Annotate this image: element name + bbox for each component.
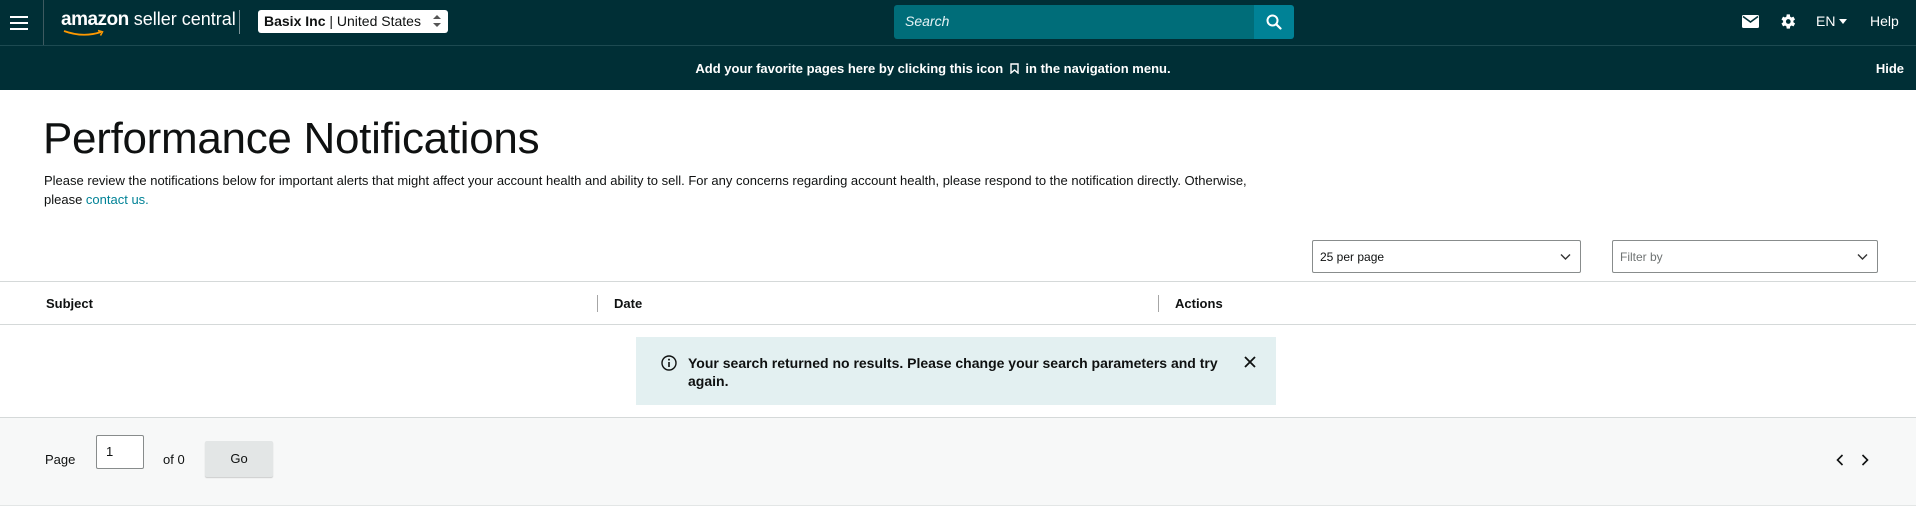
account-name: Basix Inc: [264, 13, 326, 29]
go-button[interactable]: Go: [205, 441, 273, 477]
filter-by-select[interactable]: Filter by: [1612, 240, 1878, 273]
hamburger-menu-icon[interactable]: [10, 12, 28, 32]
contact-us-link[interactable]: contact us.: [86, 192, 149, 207]
column-header-date[interactable]: Date: [614, 296, 642, 311]
favorites-text-after: in the navigation menu.: [1025, 61, 1171, 76]
search-button[interactable]: [1254, 5, 1294, 39]
mail-icon[interactable]: [1742, 15, 1759, 28]
page-number-input[interactable]: 1: [96, 435, 144, 469]
intro-text: Please review the notifications below fo…: [44, 173, 1247, 207]
per-page-select[interactable]: 25 per page: [1312, 240, 1581, 273]
page-intro: Please review the notifications below fo…: [44, 171, 1274, 209]
bookmark-icon: [1010, 63, 1019, 74]
column-header-subject[interactable]: Subject: [46, 296, 93, 311]
favorites-text-before: Add your favorite pages here by clicking…: [695, 61, 1004, 76]
language-label: EN: [1816, 13, 1836, 29]
page-total: of 0: [163, 452, 185, 467]
logo-brand-text: amazon: [61, 9, 129, 30]
search-input[interactable]: Search: [894, 5, 1255, 39]
hide-banner-button[interactable]: Hide: [1876, 61, 1904, 76]
chevron-down-icon: [1857, 254, 1868, 260]
column-divider: [1158, 295, 1159, 312]
logo-product-text: seller central: [128, 9, 236, 29]
help-link[interactable]: Help: [1870, 13, 1899, 29]
page-title: Performance Notifications: [43, 114, 540, 163]
caret-down-icon: [1839, 18, 1848, 24]
column-divider: [597, 295, 598, 312]
no-results-alert: Your search returned no results. Please …: [636, 337, 1276, 405]
per-page-value: 25 per page: [1320, 250, 1385, 264]
notifications-table-header: Subject Date Actions: [0, 281, 1916, 325]
filter-placeholder: Filter by: [1620, 250, 1663, 264]
info-icon: [661, 355, 677, 371]
language-selector[interactable]: EN: [1816, 13, 1848, 29]
favorites-banner-text: Add your favorite pages here by clicking…: [0, 61, 1866, 76]
chevron-right-icon[interactable]: [1861, 454, 1869, 466]
account-region: United States: [336, 13, 421, 29]
chevron-left-icon[interactable]: [1836, 454, 1844, 466]
no-results-message: Your search returned no results. Please …: [688, 355, 1218, 389]
column-header-actions[interactable]: Actions: [1175, 296, 1223, 311]
logo-smile-icon: [63, 29, 104, 36]
account-switcher[interactable]: Basix Inc | United States: [258, 10, 448, 33]
pagination-bar: Page 1 of 0 Go: [0, 418, 1916, 506]
account-separator: |: [325, 13, 337, 29]
favorites-banner: Add your favorite pages here by clicking…: [0, 45, 1916, 90]
amazon-seller-central-logo[interactable]: amazon seller central: [61, 9, 236, 37]
up-down-arrows-icon: [433, 15, 441, 27]
page-label: Page: [45, 452, 76, 467]
gear-icon[interactable]: [1778, 12, 1797, 31]
top-navigation-bar: amazon seller central Basix Inc | United…: [0, 0, 1916, 45]
close-icon[interactable]: [1243, 355, 1257, 369]
search-icon: [1266, 14, 1282, 30]
chevron-down-icon: [1560, 254, 1571, 260]
header-divider: [43, 0, 44, 45]
logo-divider: [239, 10, 240, 34]
